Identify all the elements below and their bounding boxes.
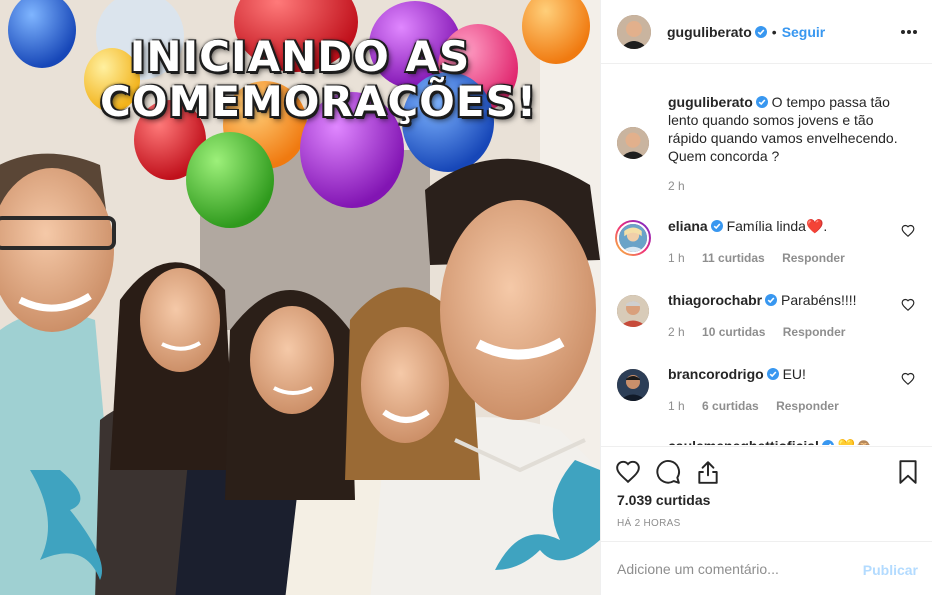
reply-button[interactable]: Responder: [783, 325, 846, 339]
comment-meta: 2 h 10 curtidas Responder: [668, 325, 859, 339]
comment-likes[interactable]: 11 curtidas: [702, 251, 765, 265]
share-icon[interactable]: [695, 459, 721, 485]
comment-row: thiagorochabr Parabéns!!!! 2 h 10 curtid…: [617, 291, 917, 351]
comment-text: 💛🙈: [838, 438, 873, 445]
comment-time: 1 h: [668, 399, 685, 413]
comment-body: brancorodrigo EU!: [668, 365, 898, 383]
action-bar: [601, 446, 932, 486]
post-photo[interactable]: INICIANDO AS COMEMORAÇÕES!: [0, 0, 600, 595]
comment-avatar[interactable]: [617, 295, 649, 327]
post-header: guguliberato • Seguir: [601, 0, 932, 64]
verified-badge-icon: [710, 220, 723, 232]
comment-time: 1 h: [668, 251, 685, 265]
comment-username[interactable]: thiagorochabr: [668, 292, 762, 308]
comment-row: eliana Família linda❤️. 1 h 11 curtidas …: [615, 217, 917, 277]
banner-line1: INICIANDO AS: [129, 32, 471, 81]
likes-count[interactable]: 7.039 curtidas: [617, 492, 710, 508]
heart-icon[interactable]: [901, 372, 915, 386]
post-timestamp[interactable]: HÁ 2 HORAS: [617, 518, 681, 529]
comment-row: caulemeneghettioficial 💛🙈: [617, 437, 917, 445]
heart-icon[interactable]: [901, 224, 915, 238]
verified-badge-icon: [822, 440, 834, 445]
caption-meta: 2 h: [668, 179, 699, 193]
heart-icon[interactable]: [615, 459, 641, 485]
heart-icon[interactable]: [901, 298, 915, 312]
comment-time: 2 h: [668, 325, 685, 339]
caption-username[interactable]: guguliberato: [668, 94, 753, 110]
caption-avatar[interactable]: [617, 127, 649, 159]
comment-meta: 1 h 11 curtidas Responder: [668, 251, 859, 265]
verified-badge-icon: [754, 25, 767, 38]
banner-line2: COMEMORAÇÕES!: [100, 77, 537, 127]
comment-text: Parabéns!!!!: [781, 292, 857, 308]
comment-meta: 1 h 6 curtidas Responder: [668, 399, 853, 413]
comment-likes[interactable]: 6 curtidas: [702, 399, 759, 413]
add-comment-section: Publicar: [601, 541, 932, 595]
person-girl1-face: [140, 268, 220, 372]
comment-row: brancorodrigo EU! 1 h 6 curtidas Respond…: [617, 365, 917, 425]
follow-button[interactable]: Seguir: [782, 24, 826, 40]
post-sidebar: guguliberato • Seguir guguliberato O tem…: [600, 0, 932, 595]
comment-body: thiagorochabr Parabéns!!!!: [668, 291, 898, 309]
comment-avatar-story-ring[interactable]: [615, 220, 651, 256]
comment-text: EU!: [782, 366, 806, 382]
caption-time: 2 h: [668, 179, 685, 193]
person-woman-face: [361, 327, 449, 443]
comment-avatar[interactable]: [617, 369, 649, 401]
comment-body: caulemeneghettioficial 💛🙈: [668, 437, 898, 445]
comment-input[interactable]: [617, 559, 847, 579]
author-avatar[interactable]: [617, 14, 651, 49]
balloon-green: [186, 132, 274, 228]
caption-body: guguliberato O tempo passa tão lento qua…: [668, 93, 898, 165]
person-girl2-face: [250, 306, 334, 414]
reply-button[interactable]: Responder: [776, 399, 839, 413]
comment-username[interactable]: caulemeneghettioficial: [668, 438, 819, 445]
author-username[interactable]: guguliberato: [667, 24, 752, 40]
verified-badge-icon: [765, 294, 778, 306]
publish-button[interactable]: Publicar: [863, 562, 918, 578]
comment-icon[interactable]: [655, 459, 681, 485]
photo-banner: INICIANDO AS COMEMORAÇÕES!: [100, 32, 537, 127]
comment-username[interactable]: eliana: [668, 218, 708, 234]
comments-list[interactable]: guguliberato O tempo passa tão lento qua…: [601, 65, 932, 445]
comment-username[interactable]: brancorodrigo: [668, 366, 764, 382]
person-boy-face: [440, 200, 596, 420]
reply-button[interactable]: Responder: [782, 251, 845, 265]
caption-row: guguliberato O tempo passa tão lento qua…: [617, 93, 917, 203]
bookmark-icon[interactable]: [895, 459, 921, 485]
comment-text: Família linda❤️.: [726, 218, 828, 234]
ellipsis-icon[interactable]: [899, 22, 919, 42]
header-separator: •: [771, 23, 777, 40]
comment-body: eliana Família linda❤️.: [668, 217, 898, 235]
verified-badge-icon: [766, 368, 779, 380]
verified-badge-icon: [755, 96, 768, 108]
comment-likes[interactable]: 10 curtidas: [702, 325, 765, 339]
